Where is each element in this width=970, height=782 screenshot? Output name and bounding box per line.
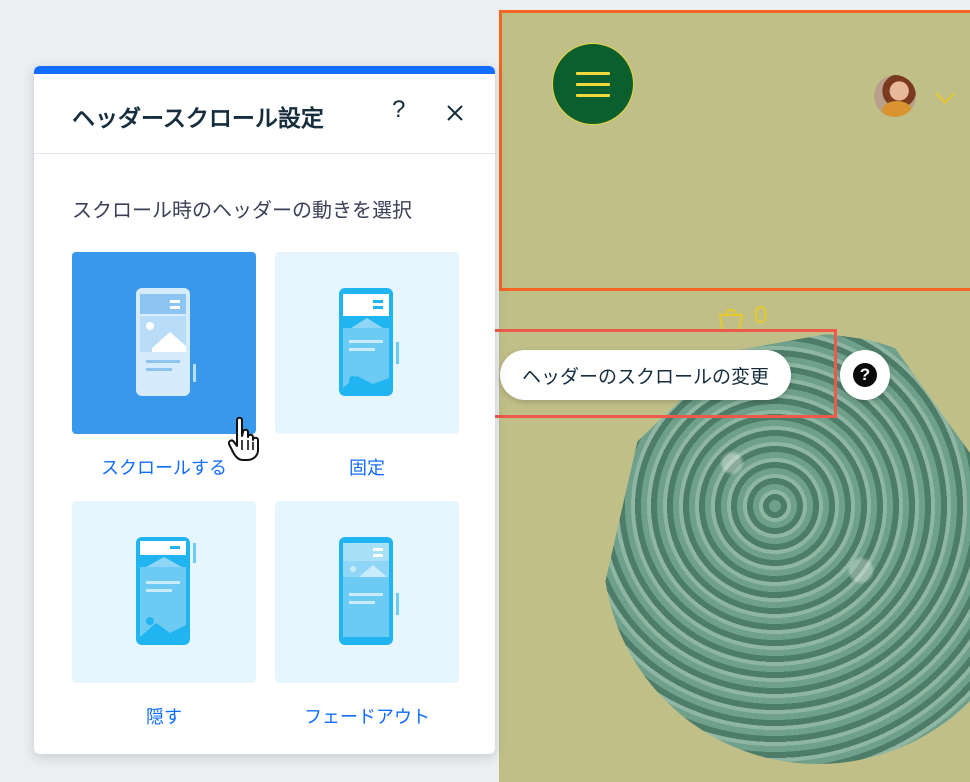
chevron-down-icon[interactable] [935,84,955,104]
option-fixed[interactable] [275,252,459,434]
option-fixed-label[interactable]: 固定 [275,454,459,480]
phone-scroll-icon [136,288,196,396]
option-hide-label[interactable]: 隠す [72,703,256,729]
phone-fade-icon [339,537,399,645]
hamburger-icon-line [576,94,610,97]
close-icon[interactable] [444,102,466,124]
question-icon: ? [853,363,877,387]
header-scroll-settings-panel: ヘッダースクロール設定 ? スクロール時のヘッダーの動きを選択 スクロールする [34,66,495,754]
site-header-area[interactable] [499,10,970,291]
option-hide[interactable] [72,501,256,683]
panel-title: ヘッダースクロール設定 [72,106,324,132]
help-icon[interactable]: ? [392,96,405,124]
option-fade-out-label[interactable]: フェードアウト [275,703,459,729]
hamburger-icon-line [576,83,610,86]
phone-fixed-icon [339,288,399,396]
hamburger-icon [576,72,610,75]
avatar[interactable] [874,75,916,117]
help-button[interactable]: ? [840,350,890,400]
hint-label: ヘッダーのスクロールの変更 [522,365,770,388]
panel-subtitle: スクロール時のヘッダーの動きを選択 [72,198,412,222]
pointer-hand-icon [228,416,259,461]
hamburger-menu-button[interactable] [552,43,634,125]
panel-accent-bar [34,66,495,74]
change-header-scroll-button[interactable]: ヘッダーのスクロールの変更 [500,350,792,400]
phone-hide-icon [136,537,196,645]
option-scroll[interactable] [72,252,256,434]
divider [34,153,495,154]
cart-count: 0 [754,302,768,329]
option-fade-out[interactable] [275,501,459,683]
